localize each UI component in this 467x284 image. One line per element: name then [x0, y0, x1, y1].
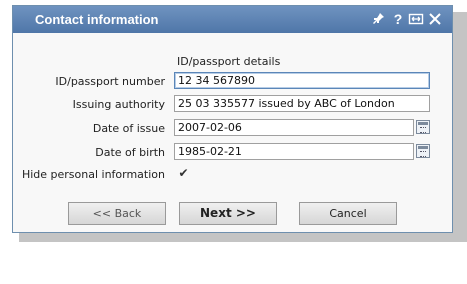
title-bar[interactable]: Contact information ? [13, 6, 452, 33]
hide-personal-info-checkbox[interactable]: ✔ [177, 167, 190, 180]
next-button[interactable]: Next >> [179, 202, 277, 225]
date-of-issue-input[interactable]: 2007-02-06 [174, 119, 414, 136]
resize-icon[interactable] [408, 11, 424, 27]
close-icon[interactable] [428, 11, 442, 27]
section-label: ID/passport details [177, 55, 281, 68]
help-icon[interactable]: ? [391, 11, 405, 27]
issuing-authority-input[interactable]: 25 03 335577 issued by ABC of London [174, 95, 430, 112]
issuing-authority-label: Issuing authority [72, 98, 165, 111]
calendar-icon[interactable] [416, 144, 430, 158]
pin-icon[interactable] [372, 11, 386, 27]
id-number-label: ID/passport number [55, 75, 165, 88]
date-of-issue-label: Date of issue [92, 122, 165, 135]
back-button[interactable]: << Back [68, 202, 166, 225]
cancel-button[interactable]: Cancel [299, 202, 397, 225]
date-of-birth-label: Date of birth [95, 146, 165, 159]
checkmark-icon: ✔ [178, 166, 189, 180]
id-number-input[interactable]: 12 34 567890 [174, 72, 430, 89]
calendar-icon[interactable] [416, 120, 430, 134]
date-of-birth-input[interactable]: 1985-02-21 [174, 143, 414, 160]
dialog-title: Contact information [35, 12, 159, 27]
hide-personal-info-label: Hide personal information [21, 168, 165, 181]
contact-info-dialog: Contact information ? ID/passport detail… [12, 5, 453, 233]
